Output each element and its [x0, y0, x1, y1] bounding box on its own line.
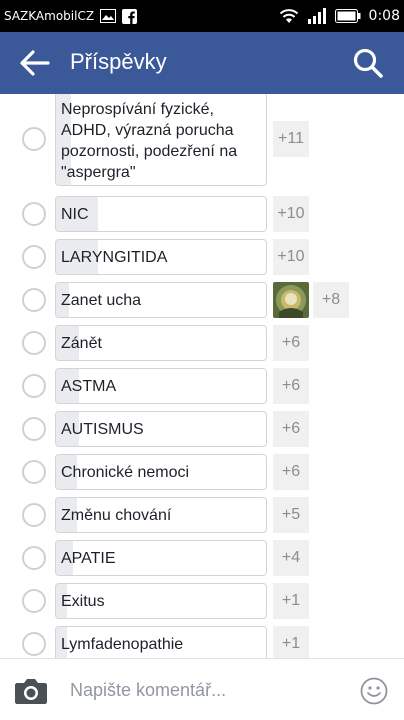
page-title: Příspěvky: [70, 49, 167, 74]
poll-option-astma: ASTMA +6: [0, 368, 404, 404]
voter-avatar-thumbnail[interactable]: [273, 282, 309, 318]
arrow-left-icon[interactable]: [18, 48, 50, 78]
vote-count-button[interactable]: +1: [273, 583, 309, 619]
option-label: NIC: [61, 206, 89, 223]
option-label: Lymfadenopathie: [61, 636, 184, 653]
option-box[interactable]: Zánět: [55, 325, 267, 361]
vote-count-button[interactable]: +10: [273, 239, 309, 275]
poll-option-exitus: Exitus +1: [0, 583, 404, 619]
option-radio-button[interactable]: [22, 374, 46, 398]
option-box[interactable]: NIC: [55, 196, 267, 232]
option-radio-button[interactable]: [22, 127, 46, 151]
option-label: Neprospívání fyzické, ADHD, výrazná poru…: [61, 101, 238, 181]
poll-option-lymfadenopathie: Lymfadenopathie +1: [0, 626, 404, 658]
option-label: Exitus: [61, 593, 105, 610]
vote-count-button[interactable]: +10: [273, 196, 309, 232]
option-radio-button[interactable]: [22, 460, 46, 484]
option-box[interactable]: Lymfadenopathie: [55, 626, 267, 658]
option-box[interactable]: Zanet ucha: [55, 282, 267, 318]
status-icons: 0:08: [279, 0, 400, 32]
option-box[interactable]: ASTMA: [55, 368, 267, 404]
poll-option-apatie: APATIE +4: [0, 540, 404, 576]
smiley-icon[interactable]: [360, 677, 388, 705]
vote-count-button[interactable]: +1: [273, 626, 309, 658]
poll-option-autismus: AUTISMUS +6: [0, 411, 404, 447]
option-radio-button[interactable]: [22, 632, 46, 656]
comment-input[interactable]: [70, 677, 340, 703]
option-label: Změnu chování: [61, 507, 172, 524]
facebook-icon: [122, 8, 138, 24]
battery-icon: [334, 9, 361, 23]
vote-count-button[interactable]: +6: [273, 454, 309, 490]
poll-option-neprospivani-fyzicke-adhd-vyra: Neprospívání fyzické, ADHD, výrazná poru…: [0, 94, 404, 186]
app-bar: Příspěvky: [0, 32, 404, 94]
option-radio-button[interactable]: [22, 546, 46, 570]
option-label: Chronické nemoci: [61, 464, 190, 481]
image-icon: [100, 9, 117, 23]
poll-options-list[interactable]: Neprospívání fyzické, ADHD, výrazná poru…: [0, 94, 404, 658]
option-label: AUTISMUS: [61, 421, 144, 438]
option-radio-button[interactable]: [22, 245, 46, 269]
option-radio-button[interactable]: [22, 503, 46, 527]
option-label: ASTMA: [61, 378, 117, 395]
option-radio-button[interactable]: [22, 202, 46, 226]
poll-option-chronicke-nemoci: Chronické nemoci +6: [0, 454, 404, 490]
vote-count-button[interactable]: +11: [273, 121, 309, 157]
vote-count-button[interactable]: +6: [273, 368, 309, 404]
camera-icon[interactable]: [14, 677, 48, 705]
option-box[interactable]: APATIE: [55, 540, 267, 576]
vote-count-button[interactable]: +5: [273, 497, 309, 533]
poll-option-laryngitida: LARYNGITIDA +10: [0, 239, 404, 275]
option-box[interactable]: LARYNGITIDA: [55, 239, 267, 275]
vote-count-button[interactable]: +4: [273, 540, 309, 576]
option-box[interactable]: AUTISMUS: [55, 411, 267, 447]
clock: 0:08: [368, 8, 400, 24]
option-box[interactable]: Změnu chování: [55, 497, 267, 533]
poll-option-zanet-ucha: Zanet ucha +8: [0, 282, 404, 318]
wifi-icon: [279, 9, 298, 23]
option-radio-button[interactable]: [22, 288, 46, 312]
signal-icon: [307, 8, 326, 24]
vote-count-button[interactable]: +8: [313, 282, 349, 318]
search-icon[interactable]: [352, 47, 384, 79]
poll-option-zmenu-chovani: Změnu chování +5: [0, 497, 404, 533]
poll-option-nic: NIC +10: [0, 196, 404, 232]
carrier-name: SAZKAmobilCZ: [4, 9, 95, 23]
vote-count-button[interactable]: +6: [273, 411, 309, 447]
option-radio-button[interactable]: [22, 331, 46, 355]
vote-count-button[interactable]: +6: [273, 325, 309, 361]
comment-composer: [0, 658, 404, 720]
option-box[interactable]: Exitus: [55, 583, 267, 619]
option-radio-button[interactable]: [22, 589, 46, 613]
option-box[interactable]: Chronické nemoci: [55, 454, 267, 490]
option-label: LARYNGITIDA: [61, 249, 168, 266]
option-radio-button[interactable]: [22, 417, 46, 441]
option-label: Zánět: [61, 335, 102, 352]
option-label: Zanet ucha: [61, 292, 142, 309]
option-box[interactable]: Neprospívání fyzické, ADHD, výrazná poru…: [55, 94, 267, 186]
status-bar: SAZKAmobilCZ 0:08: [0, 0, 404, 32]
option-label: APATIE: [61, 550, 116, 567]
poll-option-zanet: Zánět +6: [0, 325, 404, 361]
